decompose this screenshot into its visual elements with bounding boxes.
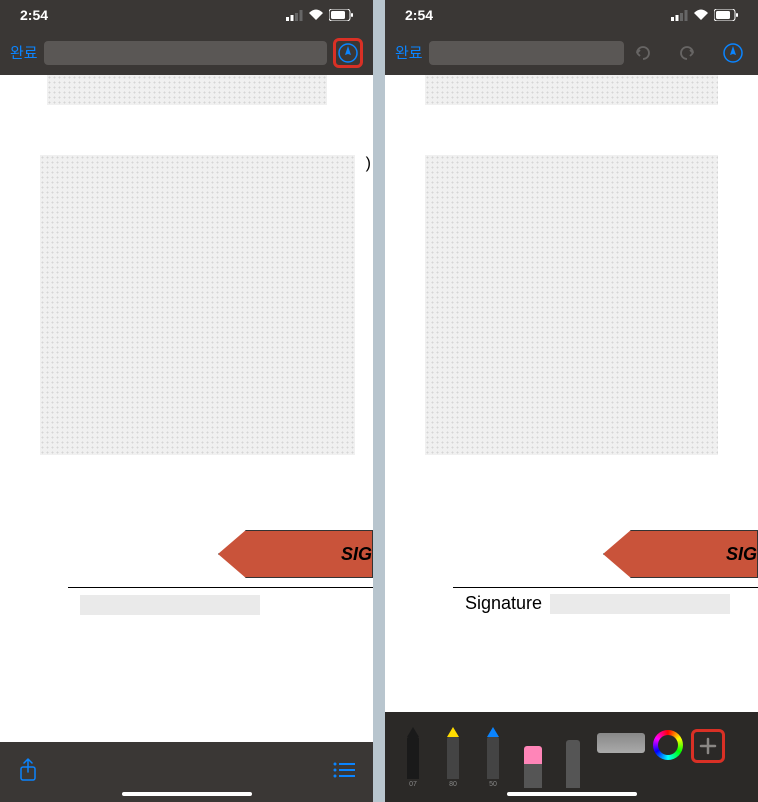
status-bar: 2:54 xyxy=(0,0,373,30)
signature-label: Signature xyxy=(465,593,542,614)
redo-icon xyxy=(676,42,698,64)
color-picker[interactable] xyxy=(653,730,683,760)
tool-label: 80 xyxy=(449,781,457,788)
ruler-tool[interactable] xyxy=(597,733,645,753)
banner-text: SIG xyxy=(726,544,757,565)
status-icons xyxy=(286,9,353,21)
banner-text: SIG xyxy=(341,544,372,565)
home-indicator[interactable] xyxy=(122,792,252,796)
list-button[interactable] xyxy=(333,762,355,783)
share-icon xyxy=(18,758,38,782)
highlighter-tool-yellow[interactable]: 80 xyxy=(437,726,469,788)
top-toolbar: 완료 xyxy=(0,30,373,75)
redo-button[interactable] xyxy=(674,40,700,66)
pen-tool-blue[interactable]: 50 xyxy=(477,726,509,788)
stray-paren: ) xyxy=(366,155,371,173)
home-indicator[interactable] xyxy=(507,792,637,796)
status-time: 2:54 xyxy=(20,7,48,23)
signature-line xyxy=(453,587,758,588)
signature-line xyxy=(68,587,373,588)
markup-pen-icon xyxy=(722,42,744,64)
share-button[interactable] xyxy=(18,758,38,787)
battery-icon xyxy=(714,9,738,21)
sign-here-banner: SIG xyxy=(603,530,758,578)
signature-field[interactable] xyxy=(550,594,730,614)
done-button[interactable]: 완료 xyxy=(395,42,423,63)
markup-tools-bar: 07 80 50 xyxy=(385,712,758,802)
tool-label: 07 xyxy=(409,781,417,788)
sign-here-banner: SIG xyxy=(218,530,373,578)
eraser-tool[interactable] xyxy=(517,726,549,788)
signature-row: Signature xyxy=(465,593,730,614)
add-button[interactable] xyxy=(691,729,725,763)
wifi-icon xyxy=(693,9,709,21)
markup-pen-icon xyxy=(337,42,359,64)
status-time: 2:54 xyxy=(405,7,433,23)
pen-tool-black[interactable]: 07 xyxy=(397,726,429,788)
document-content xyxy=(385,75,758,455)
status-icons xyxy=(671,9,738,21)
dotted-region-large xyxy=(425,155,718,455)
bottom-toolbar xyxy=(0,742,373,802)
dotted-region-small xyxy=(47,75,327,105)
undo-redo-group xyxy=(630,40,700,66)
dotted-region-large xyxy=(40,155,355,455)
tool-label: 50 xyxy=(489,781,497,788)
done-button[interactable]: 완료 xyxy=(10,42,38,63)
document-title-field[interactable] xyxy=(44,41,327,65)
phone-right: 2:54 완료 SIG Signatu xyxy=(385,0,758,802)
cellular-icon xyxy=(671,10,688,21)
markup-button[interactable] xyxy=(333,38,363,68)
cellular-icon xyxy=(286,10,303,21)
wifi-icon xyxy=(308,9,324,21)
document-viewport[interactable]: SIG Signature xyxy=(385,75,758,712)
document-content xyxy=(0,75,373,455)
list-icon xyxy=(333,762,355,778)
dotted-region-small xyxy=(425,75,718,105)
plus-icon xyxy=(698,736,718,756)
undo-button[interactable] xyxy=(630,40,656,66)
document-viewport[interactable]: ) SIG xyxy=(0,75,373,742)
phone-left: 2:54 완료 ) SIG xyxy=(0,0,373,802)
undo-icon xyxy=(632,42,654,64)
status-bar: 2:54 xyxy=(385,0,758,30)
document-title-field[interactable] xyxy=(429,41,624,65)
top-toolbar: 완료 xyxy=(385,30,758,75)
markup-button[interactable] xyxy=(718,38,748,68)
lasso-tool[interactable] xyxy=(557,726,589,788)
signature-field[interactable] xyxy=(80,595,260,615)
battery-icon xyxy=(329,9,353,21)
